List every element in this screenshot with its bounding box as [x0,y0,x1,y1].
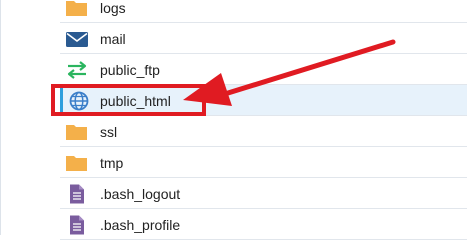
annotation-arrow-icon [183,39,396,106]
file-manager-screenshot: logs mail public_ftp public_html ssl tmp… [0,0,467,240]
